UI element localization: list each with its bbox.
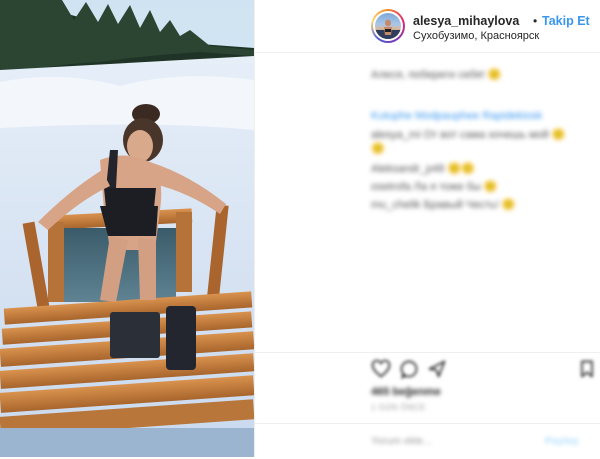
comments-list: Алеся, побереги себя! 🙂 Kutuphe Modpauph… [255, 52, 600, 352]
avatar-ring-inner [373, 11, 403, 41]
bookmark-icon[interactable] [577, 359, 597, 379]
post-location[interactable]: Сухобузимо, Красноярск [413, 30, 539, 42]
comment-item: mu_chelik Бравый Честь! 🙂 [371, 198, 516, 211]
avatar[interactable] [371, 9, 405, 43]
add-comment-bar: Yorum ekle... Paylaş [255, 423, 600, 459]
comment-text: alesya_mi Oт вот сама хочешь мой 🙂 [371, 129, 566, 141]
comment-text: mu_chelik Бравый Честь! 🙂 [371, 199, 516, 211]
comment-item: Aleksandr_p48 🙂🙂 [371, 162, 475, 175]
post-timestamp: 1 GÜN ÖNCE [371, 403, 426, 412]
comment-text: 🙂 [371, 143, 385, 155]
comment-item: Алеся, побереги себя! 🙂 [371, 68, 502, 81]
comment-icon[interactable] [399, 359, 419, 379]
comment-item: alesya_mi Oт вот сама хочешь мой 🙂 [371, 128, 566, 141]
comment-item: osetrofa Ла я тоже бы 🙂 [371, 180, 498, 193]
comment-input[interactable]: Yorum ekle... [371, 435, 432, 447]
share-icon[interactable] [427, 359, 447, 379]
comment-text: osetrofa Ла я тоже бы 🙂 [371, 181, 498, 193]
comment-item: Kutuphe Modpauphee Rapidekiosk [371, 110, 542, 122]
heart-icon[interactable] [371, 359, 391, 379]
separator-dot: • [533, 14, 538, 28]
avatar-image [375, 13, 401, 39]
comment-item: 🙂 [371, 142, 385, 155]
post-actions: 465 beğenme 1 GÜN ÖNCE Yorum ekle... Pay… [255, 352, 600, 458]
post-header: alesya_mihaylova • Takip Et Сухобузимо, … [255, 0, 600, 53]
post-comment-button[interactable]: Paylaş [545, 435, 578, 447]
follow-button[interactable]: Takip Et [542, 14, 590, 28]
comment-text: Kutuphe Modpauphee Rapidekiosk [371, 110, 543, 122]
likes-count[interactable]: 465 beğenme [371, 386, 441, 398]
post-photo[interactable] [0, 0, 254, 457]
comment-text: Aleksandr_p48 🙂🙂 [371, 163, 475, 175]
winter-swim-photo [0, 0, 254, 457]
post-side-panel: alesya_mihaylova • Takip Et Сухобузимо, … [254, 0, 600, 457]
comment-text: Алеся, побереги себя! 🙂 [371, 69, 502, 81]
avatar-person-icon [375, 19, 401, 39]
post-username[interactable]: alesya_mihaylova [413, 14, 519, 28]
